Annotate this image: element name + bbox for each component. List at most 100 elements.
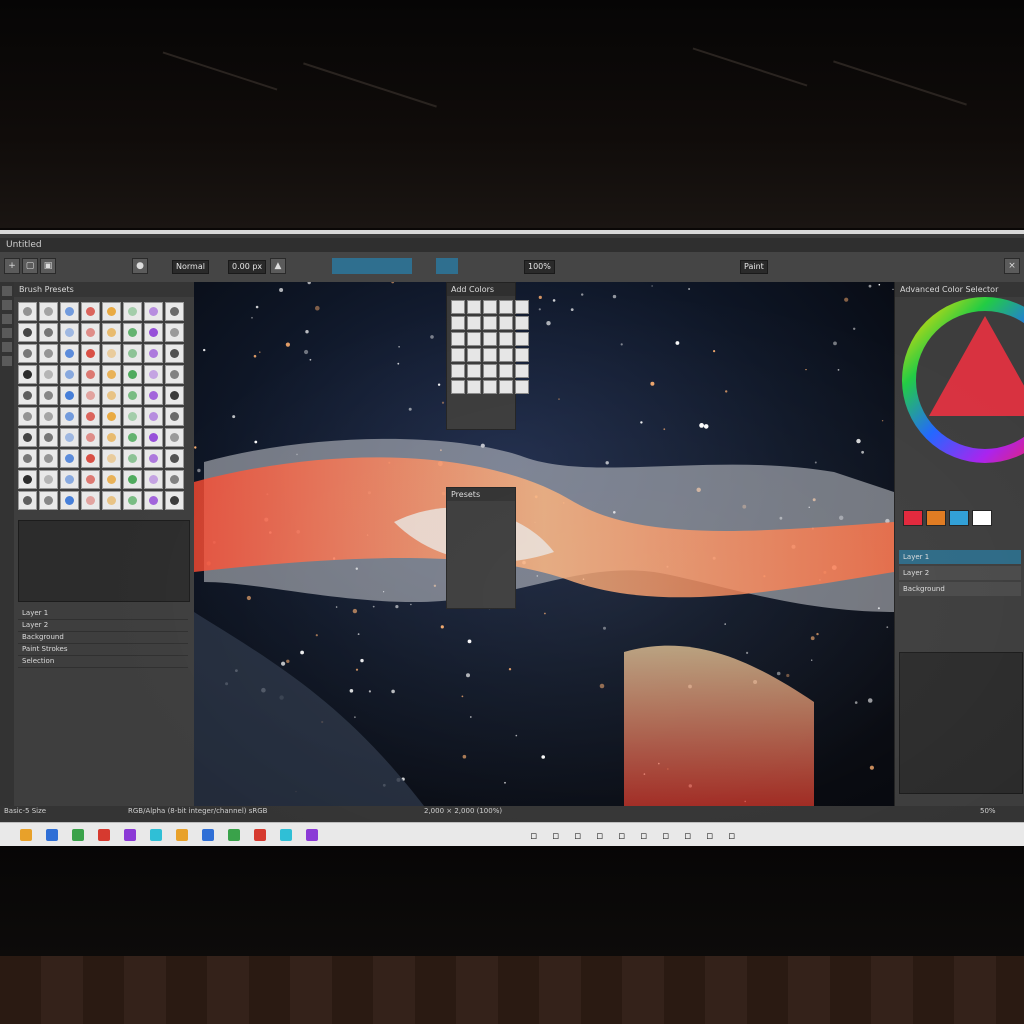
color-cell[interactable] bbox=[451, 380, 465, 394]
brush-preset-thumb[interactable] bbox=[123, 449, 142, 468]
saturation-triangle[interactable] bbox=[929, 316, 1024, 416]
taskbar-tray-icon[interactable]: ▫ bbox=[706, 829, 713, 842]
color-cell[interactable] bbox=[499, 364, 513, 378]
brush-preset-thumb[interactable] bbox=[18, 407, 37, 426]
layer-item[interactable]: Layer 1 bbox=[899, 550, 1021, 564]
brush-preset-thumb[interactable] bbox=[60, 491, 79, 510]
brush-preset-thumb[interactable] bbox=[60, 344, 79, 363]
brush-preset-thumb[interactable] bbox=[18, 386, 37, 405]
brush-preset-thumb[interactable] bbox=[18, 428, 37, 447]
brush-preset-thumb[interactable] bbox=[144, 344, 163, 363]
brush-preset-thumb[interactable] bbox=[123, 428, 142, 447]
taskbar-app-icon[interactable] bbox=[306, 829, 318, 841]
brush-preset-thumb[interactable] bbox=[165, 344, 184, 363]
brush-preset-thumb[interactable] bbox=[81, 491, 100, 510]
taskbar-app-icon[interactable] bbox=[254, 829, 266, 841]
taskbar-app-icon[interactable] bbox=[20, 829, 32, 841]
brush-preset-thumb[interactable] bbox=[144, 428, 163, 447]
brush-preset-thumb[interactable] bbox=[144, 470, 163, 489]
brush-preset-thumb[interactable] bbox=[144, 407, 163, 426]
brush-preset-thumb[interactable] bbox=[81, 407, 100, 426]
taskbar-app-icon[interactable] bbox=[150, 829, 162, 841]
taskbar-tray-icon[interactable]: ▫ bbox=[530, 829, 537, 842]
mode-select[interactable]: Paint bbox=[740, 260, 768, 274]
taskbar-app-icon[interactable] bbox=[46, 829, 58, 841]
brush-preset-thumb[interactable] bbox=[60, 449, 79, 468]
brush-preset-thumb[interactable] bbox=[18, 491, 37, 510]
color-cell[interactable] bbox=[467, 300, 481, 314]
color-cell[interactable] bbox=[467, 332, 481, 346]
brush-preset-thumb[interactable] bbox=[123, 491, 142, 510]
brush-preset-thumb[interactable] bbox=[60, 323, 79, 342]
brush-preset-thumb[interactable] bbox=[165, 386, 184, 405]
select-tool-icon[interactable] bbox=[2, 328, 12, 338]
brush-preset-thumb[interactable] bbox=[39, 407, 58, 426]
brush-preset-thumb[interactable] bbox=[165, 365, 184, 384]
brush-preset-thumb[interactable] bbox=[39, 491, 58, 510]
brush-preset-thumb[interactable] bbox=[165, 407, 184, 426]
brush-preset-thumb[interactable] bbox=[123, 407, 142, 426]
brush-preset-thumb[interactable] bbox=[39, 386, 58, 405]
brush-preset-thumb[interactable] bbox=[144, 302, 163, 321]
brush-preset-thumb[interactable] bbox=[81, 449, 100, 468]
brush-preset-thumb[interactable] bbox=[81, 386, 100, 405]
brush-preset-thumb[interactable] bbox=[102, 407, 121, 426]
color-swatch[interactable] bbox=[926, 510, 946, 526]
taskbar-app-icon[interactable] bbox=[176, 829, 188, 841]
color-cell[interactable] bbox=[515, 300, 529, 314]
color-cell[interactable] bbox=[515, 348, 529, 362]
color-cell[interactable] bbox=[515, 380, 529, 394]
brush-preset-thumb[interactable] bbox=[39, 323, 58, 342]
brush-tag-item[interactable]: Background bbox=[18, 632, 188, 644]
brush-preset-thumb[interactable] bbox=[102, 470, 121, 489]
color-cell[interactable] bbox=[451, 364, 465, 378]
taskbar-tray-icon[interactable]: ▫ bbox=[728, 829, 735, 842]
opacity-field[interactable]: 100% bbox=[524, 260, 555, 274]
close-icon[interactable]: × bbox=[1004, 258, 1020, 274]
brush-size-field[interactable]: 0.00 px bbox=[228, 260, 267, 274]
taskbar-app-icon[interactable] bbox=[124, 829, 136, 841]
brush-preset-thumb[interactable] bbox=[81, 302, 100, 321]
brush-tag-item[interactable]: Paint Strokes bbox=[18, 644, 188, 656]
taskbar-tray-icon[interactable]: ▫ bbox=[618, 829, 625, 842]
color-swatch[interactable] bbox=[903, 510, 923, 526]
brush-preset-thumb[interactable] bbox=[81, 428, 100, 447]
brush-preset-thumb[interactable] bbox=[123, 386, 142, 405]
taskbar-app-icon[interactable] bbox=[280, 829, 292, 841]
taskbar-app-icon[interactable] bbox=[202, 829, 214, 841]
brush-preset-thumb[interactable] bbox=[18, 365, 37, 384]
taskbar-tray-icon[interactable]: ▫ bbox=[640, 829, 647, 842]
brush-preset-thumb[interactable] bbox=[18, 344, 37, 363]
brush-preset-thumb[interactable] bbox=[123, 302, 142, 321]
brush-preset-thumb[interactable] bbox=[123, 365, 142, 384]
color-cell[interactable] bbox=[467, 348, 481, 362]
brush-preset-thumb[interactable] bbox=[18, 470, 37, 489]
brush-preset-thumb[interactable] bbox=[60, 428, 79, 447]
brush-preset-thumb[interactable] bbox=[102, 302, 121, 321]
brush-preset-thumb[interactable] bbox=[39, 365, 58, 384]
brush-preset-thumb[interactable] bbox=[81, 344, 100, 363]
color-cell[interactable] bbox=[467, 380, 481, 394]
brush-tag-item[interactable]: Layer 2 bbox=[18, 620, 188, 632]
brush-preset-thumb[interactable] bbox=[81, 470, 100, 489]
artwork-canvas[interactable] bbox=[194, 282, 894, 806]
brush-tag-item[interactable]: Layer 1 bbox=[18, 608, 188, 620]
brush-preset-thumb[interactable] bbox=[165, 428, 184, 447]
color-cell[interactable] bbox=[483, 332, 497, 346]
color-cell[interactable] bbox=[515, 316, 529, 330]
brush-preset-thumb[interactable] bbox=[39, 428, 58, 447]
brush-preset-thumb[interactable] bbox=[144, 491, 163, 510]
brush-preset-thumb[interactable] bbox=[39, 344, 58, 363]
brush-preset-thumb[interactable] bbox=[39, 302, 58, 321]
brush-preset-thumb[interactable] bbox=[123, 470, 142, 489]
brush-preset-thumb[interactable] bbox=[39, 470, 58, 489]
brush-preset-thumb[interactable] bbox=[102, 323, 121, 342]
color-wheel[interactable] bbox=[901, 296, 1024, 466]
brush-preset-thumb[interactable] bbox=[165, 302, 184, 321]
brush-preset-thumb[interactable] bbox=[102, 344, 121, 363]
fill-tool-icon[interactable] bbox=[2, 314, 12, 324]
color-cell[interactable] bbox=[451, 316, 465, 330]
color-swatch[interactable] bbox=[949, 510, 969, 526]
brush-preset-thumb[interactable] bbox=[60, 470, 79, 489]
taskbar-tray-icon[interactable]: ▫ bbox=[552, 829, 559, 842]
